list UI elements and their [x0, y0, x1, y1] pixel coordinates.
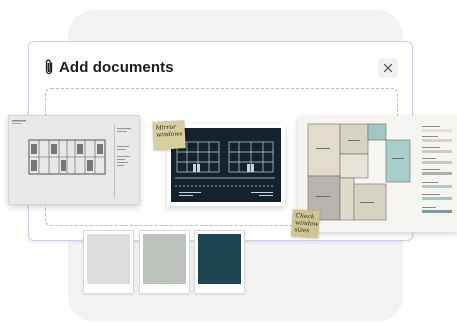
- close-icon: [383, 63, 393, 73]
- paperclip-icon: [43, 58, 55, 76]
- dialog-title: Add documents: [59, 58, 174, 76]
- swatch-chip: [198, 234, 241, 284]
- blueprint-sheet: [171, 128, 281, 202]
- sticky-note-text: Check window sizes: [294, 212, 319, 235]
- colored-floor-plan-drawing: [307, 123, 452, 221]
- sticky-note-text: Mirror windows: [155, 123, 183, 139]
- color-swatch-deep-teal[interactable]: [194, 230, 245, 294]
- dialog-header: Add documents: [43, 58, 174, 76]
- stage: Add documents Mirror windows Check windo…: [0, 0, 457, 324]
- swatch-chip: [143, 234, 186, 284]
- sticky-note-check-window-sizes: Check window sizes: [291, 209, 320, 238]
- color-swatch-light-grey[interactable]: [83, 230, 134, 294]
- close-button[interactable]: [378, 58, 398, 78]
- sticky-note-mirror-windows: Mirror windows: [152, 120, 186, 150]
- swatch-chip: [87, 234, 130, 284]
- colored-floor-plan-thumbnail[interactable]: [298, 116, 457, 232]
- color-swatch-sage-grey[interactable]: [139, 230, 190, 294]
- floor-plan-sheet-thumbnail[interactable]: [8, 115, 140, 205]
- floor-plan-drawing: [12, 120, 131, 198]
